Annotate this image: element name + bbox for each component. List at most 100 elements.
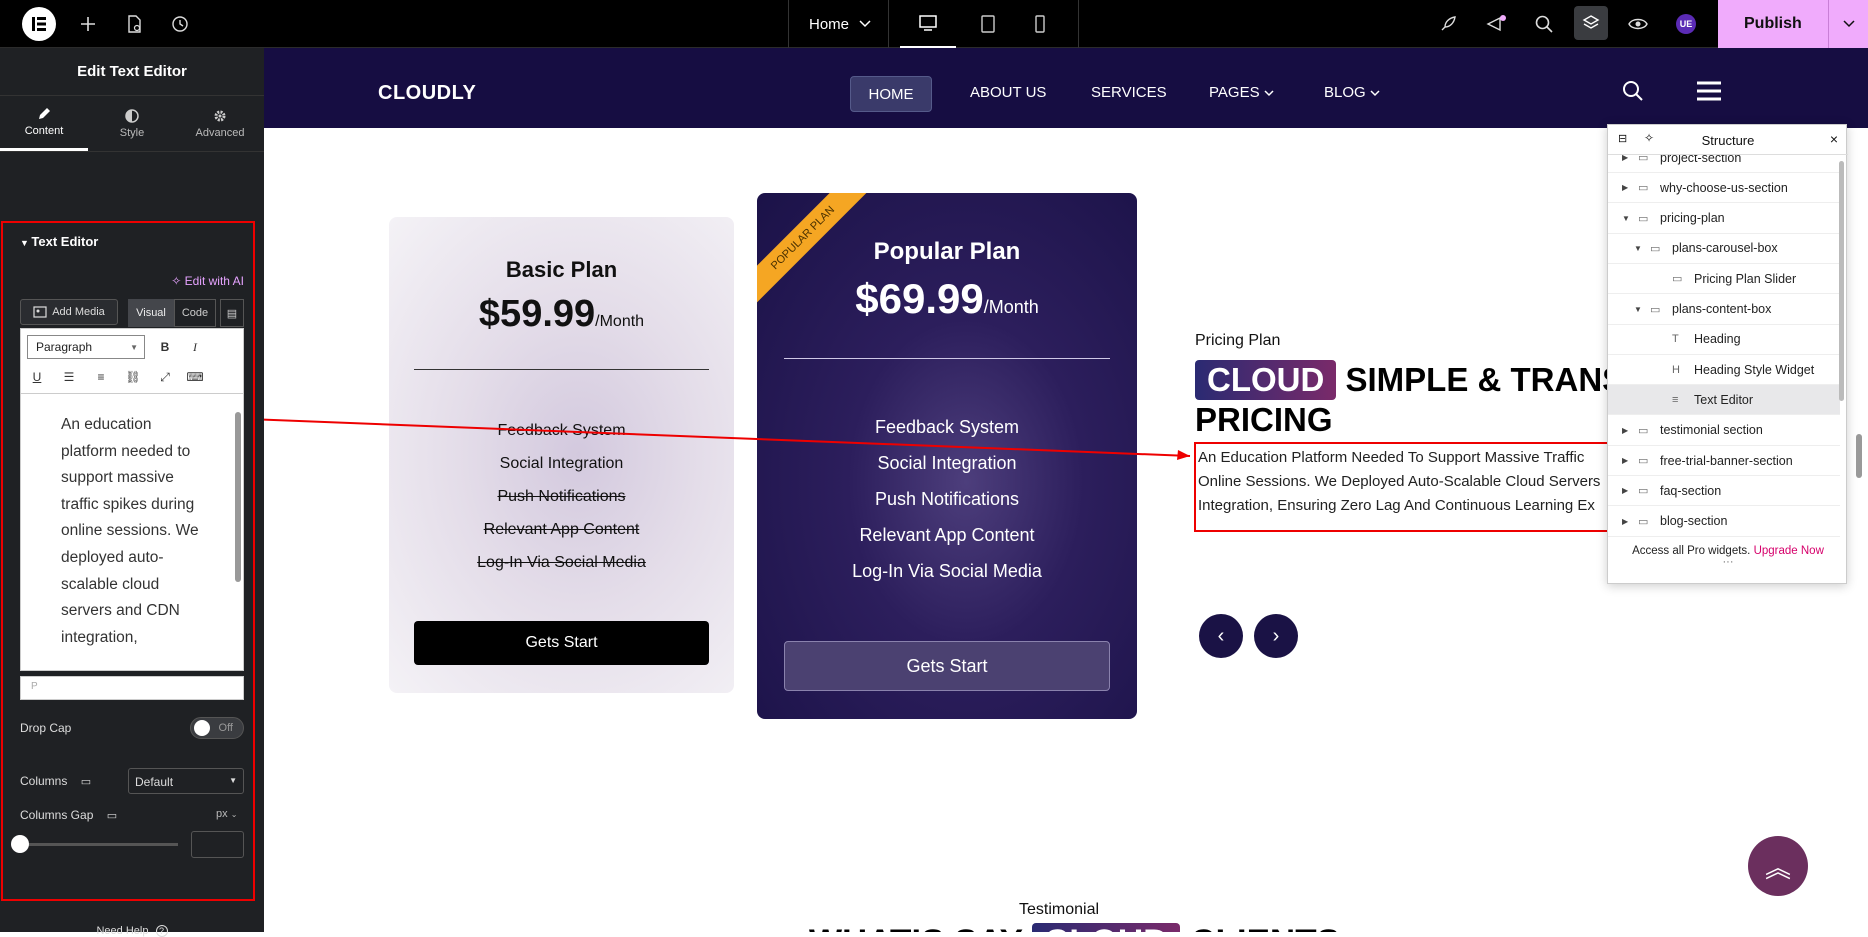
hamburger-menu-icon[interactable] bbox=[1697, 81, 1721, 106]
nav-pages[interactable]: PAGES bbox=[1209, 84, 1274, 101]
desktop-device-icon[interactable]: ▭ bbox=[81, 776, 91, 788]
caret-right-icon[interactable]: ▶ bbox=[1622, 517, 1636, 526]
nav-home[interactable]: HOME bbox=[850, 76, 932, 112]
bold-icon[interactable]: B bbox=[155, 337, 175, 357]
structure-item[interactable]: ▶ ▭ faq-section bbox=[1608, 476, 1840, 507]
structure-item[interactable]: ▶ ▭ why-choose-us-section bbox=[1608, 173, 1840, 204]
add-media-button[interactable]: Add Media bbox=[20, 299, 118, 325]
site-search-icon[interactable] bbox=[1622, 80, 1644, 107]
structure-item[interactable]: ▶ ▭ testimonial section bbox=[1608, 416, 1840, 446]
columns-gap-slider-track[interactable] bbox=[20, 843, 178, 846]
page-select[interactable]: Home bbox=[800, 0, 880, 48]
structure-item[interactable]: ▼ ▭ plans-carousel-box bbox=[1608, 234, 1840, 264]
page-settings-icon[interactable] bbox=[122, 0, 146, 48]
rocket-icon[interactable] bbox=[1436, 0, 1460, 48]
scroll-to-top-icon[interactable]: ︽ bbox=[1748, 836, 1808, 896]
italic-icon[interactable]: I bbox=[185, 337, 205, 357]
text-editor-area[interactable]: An education platform needed to support … bbox=[20, 393, 244, 671]
columns-select[interactable]: Default ▼ bbox=[128, 768, 244, 794]
popular-plan-button[interactable]: Gets Start bbox=[784, 641, 1110, 691]
basic-plan-title: Basic Plan bbox=[505, 257, 618, 282]
nav-blog[interactable]: BLOG bbox=[1324, 84, 1380, 101]
structure-layers-icon[interactable] bbox=[1574, 6, 1608, 40]
structure-item[interactable]: ▶ ▭ blog-section bbox=[1608, 507, 1840, 537]
need-help-link[interactable]: Need Help ? bbox=[0, 925, 264, 937]
contrast-icon bbox=[125, 108, 139, 123]
close-icon[interactable]: × bbox=[1830, 131, 1838, 147]
caret-right-icon[interactable]: ▶ bbox=[1622, 456, 1636, 465]
desktop-view-icon[interactable] bbox=[900, 0, 956, 48]
caret-right-icon[interactable]: ▶ bbox=[1622, 486, 1636, 495]
format-select[interactable]: Paragraph ▼ bbox=[27, 335, 145, 359]
testimonial-heading: WHAT’S SAY CLOUD CLIENTS bbox=[809, 923, 1340, 932]
caret-down-icon[interactable]: ▼ bbox=[1634, 244, 1648, 253]
tablet-view-icon[interactable] bbox=[968, 0, 1008, 48]
code-tab[interactable]: Code bbox=[174, 299, 216, 327]
editor-left-panel: Edit Text Editor Content Style Advanced … bbox=[0, 48, 264, 937]
columns-gap-slider-handle[interactable] bbox=[11, 835, 29, 853]
numbered-list-icon[interactable]: ≡ bbox=[91, 367, 111, 387]
selected-text-editor-widget[interactable]: An Education Platform Needed To Support … bbox=[1194, 442, 1614, 532]
structure-item-label: Heading bbox=[1694, 332, 1741, 347]
structure-item[interactable]: ▼ ▭ pricing-plan bbox=[1608, 204, 1840, 234]
publish-options-chevron-icon[interactable] bbox=[1828, 0, 1868, 48]
structure-item[interactable]: H Heading Style Widget bbox=[1608, 355, 1840, 386]
visual-tab[interactable]: Visual bbox=[128, 299, 174, 327]
columns-gap-input[interactable] bbox=[191, 831, 244, 858]
structure-panel: ⊟ ✧ Structure × ▶ ▭ project-section ▶ ▭ why-c… bbox=[1607, 124, 1848, 584]
desktop-device-icon[interactable]: ▭ bbox=[107, 810, 117, 822]
caret-right-icon[interactable]: ▶ bbox=[1622, 426, 1636, 435]
user-avatar[interactable]: UE bbox=[1676, 14, 1696, 34]
paragraph-line: Online Sessions. We Deployed Auto-Scalab… bbox=[1198, 473, 1601, 490]
structure-scrollbar[interactable] bbox=[1839, 161, 1844, 401]
nav-about[interactable]: ABOUT US bbox=[970, 84, 1046, 101]
popular-plan-period: /Month bbox=[983, 297, 1039, 317]
structure-item[interactable]: T Heading bbox=[1608, 325, 1840, 355]
publish-button[interactable]: Publish bbox=[1718, 0, 1868, 48]
site-logo[interactable]: CLOUDLY bbox=[378, 82, 476, 105]
basic-plan-button[interactable]: Gets Start bbox=[414, 621, 709, 665]
element-path: P bbox=[20, 676, 244, 700]
caret-right-icon[interactable]: ▶ bbox=[1622, 183, 1636, 192]
caret-down-icon[interactable]: ▼ bbox=[1634, 305, 1648, 314]
tab-advanced-label: Advanced bbox=[195, 126, 245, 139]
basic-feature: Log-In Via Social Media bbox=[477, 554, 646, 571]
nav-services[interactable]: SERVICES bbox=[1091, 84, 1167, 101]
tab-content[interactable]: Content bbox=[0, 96, 88, 151]
preview-eye-icon[interactable] bbox=[1626, 0, 1650, 48]
underline-icon[interactable]: U bbox=[27, 367, 47, 387]
structure-item[interactable]: ▼ ▭ plans-content-box bbox=[1608, 295, 1840, 325]
notifications-icon[interactable] bbox=[1484, 0, 1508, 48]
unit-select[interactable]: px ⌄ bbox=[216, 808, 237, 820]
elementor-logo-icon[interactable] bbox=[22, 7, 56, 41]
structure-item[interactable]: ≡ Text Editor bbox=[1608, 385, 1840, 416]
tab-advanced[interactable]: Advanced bbox=[176, 96, 264, 151]
page-scrollbar[interactable] bbox=[1856, 434, 1862, 478]
tab-style[interactable]: Style bbox=[88, 96, 176, 151]
caret-down-icon[interactable]: ▼ bbox=[1622, 214, 1636, 223]
carousel-next-icon[interactable]: › bbox=[1254, 614, 1298, 658]
section-text-editor[interactable]: ▼ Text Editor bbox=[20, 234, 98, 249]
history-icon[interactable] bbox=[168, 0, 192, 48]
caret-right-icon[interactable]: ▶ bbox=[1622, 155, 1636, 162]
fullscreen-icon[interactable]: ⤢ bbox=[155, 367, 175, 387]
drop-cap-toggle[interactable]: Off bbox=[190, 717, 244, 739]
editor-scrollbar[interactable] bbox=[235, 412, 241, 582]
structure-item-label: testimonial section bbox=[1660, 423, 1763, 438]
carousel-prev-icon[interactable]: ‹ bbox=[1199, 614, 1243, 658]
upgrade-now-link[interactable]: Upgrade Now bbox=[1754, 545, 1824, 557]
link-icon[interactable]: ⛓ bbox=[123, 367, 143, 387]
more-dots-icon[interactable]: ··· bbox=[1608, 557, 1848, 568]
keyboard-icon[interactable]: ⌨ bbox=[185, 367, 205, 387]
mobile-view-icon[interactable] bbox=[1020, 0, 1060, 48]
structure-item[interactable]: ▭ Pricing Plan Slider bbox=[1608, 264, 1840, 295]
add-element-icon[interactable] bbox=[76, 0, 100, 48]
structure-item[interactable]: ▶ ▭ free-trial-banner-section bbox=[1608, 446, 1840, 476]
search-icon[interactable] bbox=[1532, 0, 1556, 48]
bullet-list-icon[interactable]: ☰ bbox=[59, 367, 79, 387]
heading-icon: T bbox=[1672, 333, 1679, 346]
toolbar-toggle-icon[interactable]: ▤ bbox=[220, 299, 244, 327]
slider-icon: ▭ bbox=[1672, 273, 1683, 286]
edit-with-ai-button[interactable]: ✧ Edit with AI bbox=[171, 274, 244, 288]
structure-item[interactable]: ▶ ▭ project-section bbox=[1608, 155, 1840, 173]
